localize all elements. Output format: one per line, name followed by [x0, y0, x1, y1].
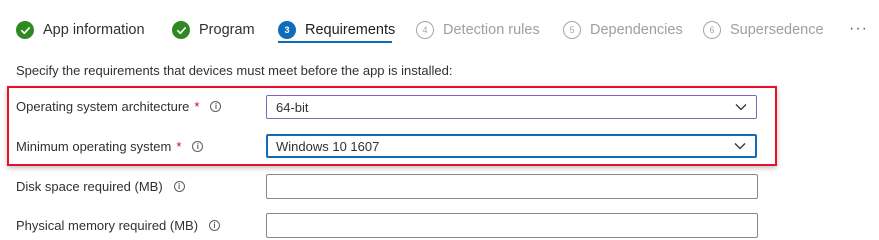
field-label-text: Physical memory required (MB) [16, 218, 199, 233]
step-label: Supersedence [730, 22, 824, 38]
step-number-icon: 5 [563, 21, 581, 39]
physical-memory-label: Physical memory required (MB) i [16, 218, 221, 233]
disk-space-label: Disk space required (MB) i [16, 179, 185, 194]
step-label: Program [199, 22, 255, 38]
step-label: Dependencies [590, 22, 683, 38]
step-label: Requirements [305, 22, 396, 38]
step-app-information[interactable]: App information [16, 19, 145, 41]
min-os-dropdown[interactable]: Windows 10 1607 [266, 134, 757, 158]
info-icon[interactable]: i [210, 101, 222, 112]
checkmark-icon [16, 21, 34, 39]
os-architecture-label: Operating system architecture * i [16, 99, 222, 114]
info-icon[interactable]: i [192, 141, 204, 152]
step-detection-rules[interactable]: 4 Detection rules [416, 19, 540, 41]
step-program[interactable]: Program [172, 19, 255, 41]
step-number-icon: 3 [278, 21, 296, 39]
step-supersedence[interactable]: 6 Supersedence [703, 19, 824, 41]
step-dependencies[interactable]: 5 Dependencies [563, 19, 683, 41]
checkmark-icon [172, 21, 190, 39]
os-architecture-dropdown[interactable]: 64-bit [266, 95, 757, 119]
wizard-steps: App information Program 3 Requirements 4… [0, 0, 879, 58]
info-icon[interactable]: i [173, 181, 185, 192]
chevron-down-icon [735, 104, 747, 111]
step-number-icon: 6 [703, 21, 721, 39]
more-steps-button[interactable]: ··· [849, 20, 868, 38]
disk-space-input[interactable] [266, 174, 758, 199]
step-label: App information [43, 22, 145, 38]
step-label: Detection rules [443, 22, 540, 38]
step-number-icon: 4 [416, 21, 434, 39]
required-marker: * [194, 99, 200, 114]
dropdown-value: Windows 10 1607 [276, 138, 380, 154]
requirements-description: Specify the requirements that devices mu… [16, 63, 453, 78]
active-step-indicator [278, 41, 392, 43]
min-os-label: Minimum operating system * i [16, 139, 204, 154]
required-marker: * [176, 139, 182, 154]
step-requirements[interactable]: 3 Requirements [278, 19, 395, 41]
info-icon[interactable]: i [209, 220, 221, 231]
field-label-text: Minimum operating system [16, 139, 172, 154]
dropdown-value: 64-bit [276, 99, 309, 115]
field-label-text: Disk space required (MB) [16, 179, 163, 194]
physical-memory-input[interactable] [266, 213, 758, 238]
chevron-down-icon [734, 143, 746, 150]
field-label-text: Operating system architecture [16, 99, 190, 114]
